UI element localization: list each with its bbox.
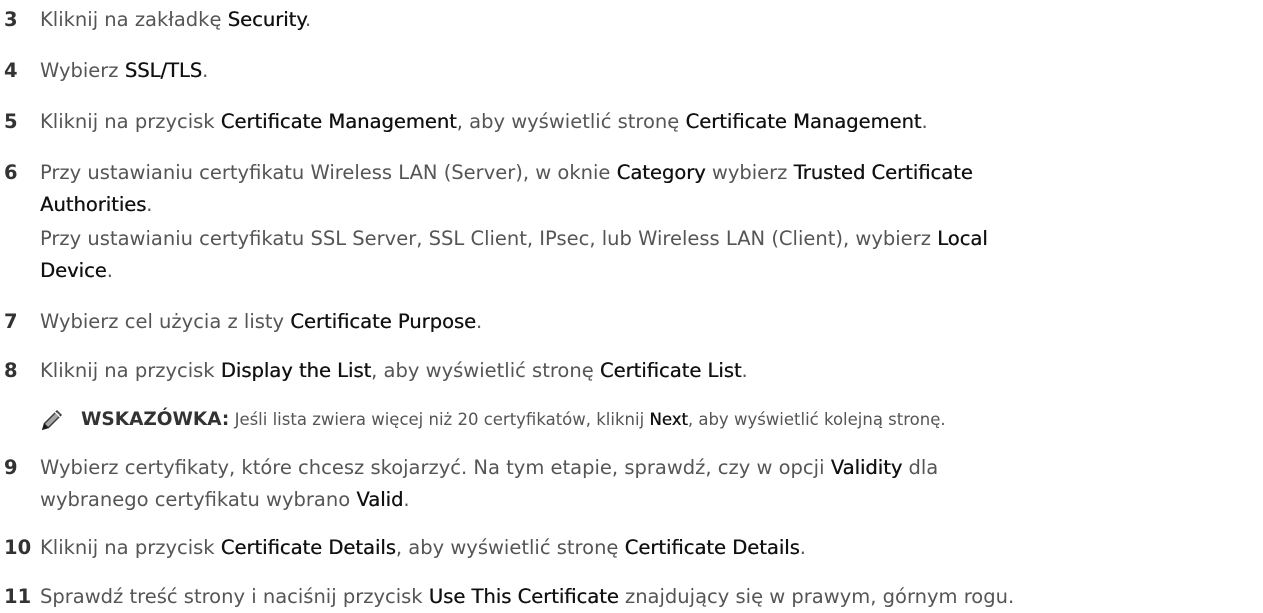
text-run: . [921, 110, 928, 133]
instruction-page: 3 Kliknij na zakładkę Security. 4 Wybier… [0, 0, 1263, 608]
text-run: Kliknij na zakładkę [40, 8, 228, 31]
step-line: Authorities. [40, 189, 153, 221]
text-run: wybranego certyfikatu wybrano [40, 488, 357, 511]
text-run: , aby wyświetlić stronę [456, 110, 686, 133]
ui-term: Certificate Purpose [290, 310, 477, 333]
step-line: Device. [40, 255, 113, 287]
text-run: znajdujący się w prawym, górnym rogu. [618, 585, 1015, 608]
step-line: Wybierz cel użycia z listy Certificate P… [40, 306, 482, 338]
step-number: 6 [4, 161, 18, 184]
text-run: Przy ustawianiu certyfikatu Wireless LAN… [40, 161, 617, 184]
text-run: . [146, 193, 153, 216]
ui-term: Security [227, 8, 305, 31]
step-number: 7 [4, 310, 18, 333]
ui-term: Certificate List [599, 359, 742, 382]
ui-term: Validity [830, 456, 903, 479]
ui-term: Valid [356, 488, 404, 511]
step-line: Przy ustawianiu certyfikatu Wireless LAN… [40, 157, 973, 189]
step-number: 11 [4, 585, 32, 608]
ui-term: Certificate Details [220, 536, 396, 559]
text-run: Kliknij na przycisk [40, 359, 221, 382]
tip-label: WSKAZÓWKA: [81, 409, 230, 430]
text-run: Jeśli lista zwiera więcej niż 20 certyfi… [229, 410, 650, 429]
step-number: 3 [4, 8, 18, 31]
step-line: Wybierz certyfikaty, które chcesz skojar… [40, 452, 938, 484]
text-run: . [304, 8, 312, 31]
text-run: Kliknij na przycisk [40, 536, 221, 559]
text-run: Sprawdź treść strony i naciśnij przycisk [40, 585, 429, 608]
text-run: . [403, 488, 410, 511]
step-line: Wybierz SSL/TLS. [40, 55, 208, 87]
text-run: . [202, 59, 209, 82]
text-run: , aby wyświetlić stronę [371, 359, 600, 382]
ui-term: Category [616, 161, 706, 184]
ui-term: SSL/TLS [124, 59, 203, 82]
step-number: 9 [4, 456, 18, 479]
step-line: Kliknij na przycisk Certificate Manageme… [40, 106, 928, 138]
ui-term: Use This Certificate [428, 585, 619, 608]
step-line: Kliknij na przycisk Certificate Details,… [40, 532, 806, 564]
step-line: wybranego certyfikatu wybrano Valid. [40, 484, 410, 516]
text-run: . [799, 536, 806, 559]
ui-term: Display the List [220, 359, 372, 382]
ui-term: Device [40, 259, 107, 282]
step-line: Kliknij na przycisk Display the List, ab… [40, 355, 748, 387]
text-run: wybierz [705, 161, 794, 184]
text-run: . [476, 310, 483, 333]
ui-term: Local [937, 227, 988, 250]
step-number: 10 [4, 536, 32, 559]
text-run: Wybierz certyfikaty, które chcesz skojar… [40, 456, 831, 479]
ui-term: Certificate Details [624, 536, 800, 559]
text-run: Wybierz cel użycia z listy [40, 310, 291, 333]
ui-term: Certificate Management [685, 110, 922, 133]
ui-term: Authorities [40, 193, 147, 216]
step-line: Sprawdź treść strony i naciśnij przycisk… [40, 581, 1014, 613]
ui-term: Certificate Management [220, 110, 457, 133]
text-run: dla [902, 456, 939, 479]
text-run: Wybierz [40, 59, 125, 82]
text-run: Przy ustawianiu certyfikatu SSL Server, … [40, 227, 938, 250]
step-number: 5 [4, 110, 18, 133]
step-line: Kliknij na zakładkę Security. [40, 4, 311, 36]
ui-term: Trusted Certificate [793, 161, 973, 184]
text-run: . [741, 359, 748, 382]
pencil-note-icon [40, 409, 64, 431]
ui-term: Next [649, 410, 688, 429]
step-number: 4 [4, 59, 18, 82]
text-run: Kliknij na przycisk [40, 110, 221, 133]
tip-text: WSKAZÓWKA: Jeśli lista zwiera więcej niż… [81, 406, 946, 434]
step-line: Przy ustawianiu certyfikatu SSL Server, … [40, 223, 988, 255]
text-run: , aby wyświetlić stronę [395, 536, 625, 559]
step-number: 8 [4, 359, 18, 382]
text-run: , aby wyświetlić kolejną stronę. [687, 410, 946, 429]
text-run: . [106, 259, 113, 282]
